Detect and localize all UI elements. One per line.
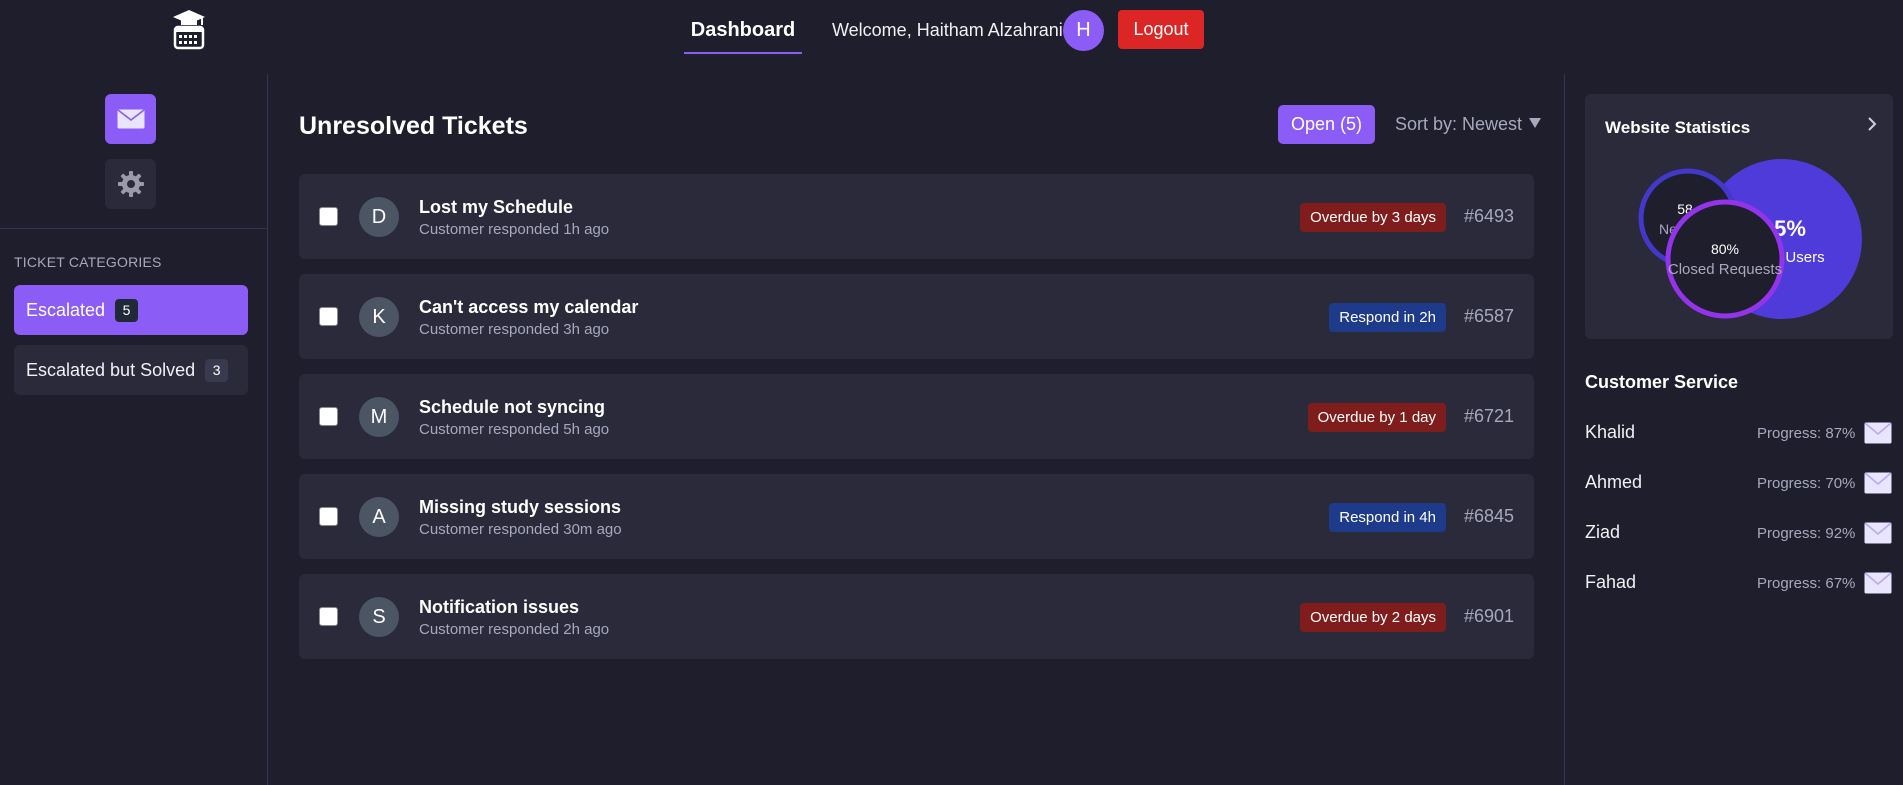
right-panel-divider	[1564, 74, 1565, 785]
inbox-button[interactable]	[105, 94, 156, 144]
ticket-title[interactable]: Lost my Schedule	[419, 197, 573, 218]
ticket-avatar: M	[359, 397, 399, 437]
closed-requests-label: Closed Requests	[1668, 261, 1782, 278]
ticket-row[interactable]: A Missing study sessions Customer respon…	[299, 474, 1534, 559]
ticket-row[interactable]: D Lost my Schedule Customer responded 1h…	[299, 174, 1534, 259]
ticket-status-badge: Respond in 2h	[1329, 303, 1446, 332]
ticket-status-badge: Respond in 4h	[1329, 503, 1446, 532]
sort-label: Sort by: Newest	[1395, 114, 1523, 134]
mail-icon[interactable]	[1864, 522, 1892, 544]
mail-icon[interactable]	[1864, 422, 1892, 444]
ticket-subtitle: Customer responded 3h ago	[419, 321, 610, 338]
nav-dashboard-label: Dashboard	[690, 19, 796, 41]
user-avatar[interactable]: H	[1063, 10, 1104, 51]
ticket-title[interactable]: Schedule not syncing	[419, 397, 605, 418]
top-bar: Dashboard Welcome, Haitham Alzahrani H L…	[0, 0, 1903, 62]
mail-icon[interactable]	[1864, 472, 1892, 494]
category-count-badge: 5	[115, 298, 139, 322]
ticket-status-badge: Overdue by 3 days	[1300, 203, 1446, 232]
sidebar-divider	[0, 228, 268, 229]
ticket-id: #6587	[1463, 306, 1514, 326]
ticket-checkbox[interactable]	[319, 407, 338, 426]
welcome-text: Welcome, Haitham Alzahrani	[832, 20, 1063, 40]
ticket-subtitle: Customer responded 1h ago	[419, 221, 610, 238]
ticket-row[interactable]: M Schedule not syncing Customer responde…	[299, 374, 1534, 459]
ticket-avatar: S	[359, 597, 399, 637]
ticket-avatar: K	[359, 297, 399, 337]
category-count-badge: 3	[205, 358, 229, 382]
ticket-row[interactable]: S Notification issues Customer responded…	[299, 574, 1534, 659]
ticket-avatar: A	[359, 497, 399, 537]
agent-name: Ahmed	[1585, 472, 1643, 492]
ticket-title[interactable]: Can't access my calendar	[419, 297, 638, 318]
ticket-checkbox[interactable]	[319, 307, 338, 326]
ticket-checkbox[interactable]	[319, 207, 338, 226]
customer-service-title: Customer Service	[1585, 372, 1739, 392]
ticket-categories-heading: TICKET CATEGORIES	[14, 254, 162, 270]
ticket-checkbox[interactable]	[319, 607, 338, 626]
agent-progress: Progress: 67%	[1757, 575, 1856, 592]
ticket-title[interactable]: Notification issues	[419, 597, 579, 618]
nav-dashboard[interactable]: Dashboard	[684, 10, 802, 54]
agent-progress: Progress: 92%	[1757, 525, 1856, 542]
ticket-avatar: D	[359, 197, 399, 237]
agent-progress: Progress: 70%	[1757, 475, 1856, 492]
ticket-subtitle: Customer responded 2h ago	[419, 621, 610, 638]
ticket-id: #6901	[1463, 606, 1514, 626]
agent-name: Khalid	[1585, 422, 1636, 442]
ticket-subtitle: Customer responded 5h ago	[419, 421, 610, 438]
ticket-title[interactable]: Missing study sessions	[419, 497, 621, 518]
website-statistics-card: Website Statistics 5% Users 58 New 80% C…	[1585, 94, 1893, 339]
users-bubble-label: Users	[1785, 249, 1824, 266]
nav-active-underline	[684, 52, 802, 54]
stats-bubble-chart: 5% Users 58 New 80% Closed Requests	[1638, 159, 1862, 319]
left-sidebar: TICKET CATEGORIES Escalated 5 Escalated …	[0, 74, 268, 785]
closed-requests-value: 80%	[1711, 241, 1739, 257]
open-filter-button[interactable]: Open (5)	[1278, 105, 1375, 144]
category-label: Escalated	[26, 299, 106, 320]
agent-row: Khalid Progress: 87%	[1585, 418, 1893, 448]
agent-row: Ahmed Progress: 70%	[1585, 468, 1893, 498]
settings-button[interactable]	[105, 159, 156, 209]
category-escalated-but-solved[interactable]: Escalated but Solved 3	[14, 345, 248, 395]
ticket-subtitle: Customer responded 30m ago	[419, 521, 622, 538]
agent-row: Ziad Progress: 92%	[1585, 518, 1893, 548]
caret-down-icon	[1529, 118, 1542, 128]
ticket-status-badge: Overdue by 2 days	[1300, 603, 1446, 632]
graduation-calendar-icon[interactable]	[172, 8, 206, 50]
sort-dropdown[interactable]: Sort by: Newest	[1395, 114, 1542, 135]
category-escalated[interactable]: Escalated 5	[14, 285, 248, 335]
agent-name: Ziad	[1585, 522, 1621, 542]
gear-icon	[117, 171, 144, 197]
agent-name: Fahad	[1585, 572, 1637, 592]
ticket-id: #6845	[1463, 506, 1514, 526]
mail-icon[interactable]	[1864, 572, 1892, 594]
ticket-status-badge: Overdue by 1 day	[1307, 403, 1446, 432]
agent-progress: Progress: 87%	[1757, 425, 1856, 442]
mail-icon	[117, 109, 144, 129]
closed-requests-bubble	[1665, 199, 1785, 319]
ticket-id: #6493	[1463, 206, 1514, 226]
ticket-id: #6721	[1463, 406, 1514, 426]
ticket-checkbox[interactable]	[319, 507, 338, 526]
ticket-row[interactable]: K Can't access my calendar Customer resp…	[299, 274, 1534, 359]
category-label: Escalated but Solved	[26, 359, 196, 380]
logout-button[interactable]: Logout	[1118, 10, 1204, 49]
agent-row: Fahad Progress: 67%	[1585, 568, 1893, 598]
page-title: Unresolved Tickets	[299, 112, 528, 140]
